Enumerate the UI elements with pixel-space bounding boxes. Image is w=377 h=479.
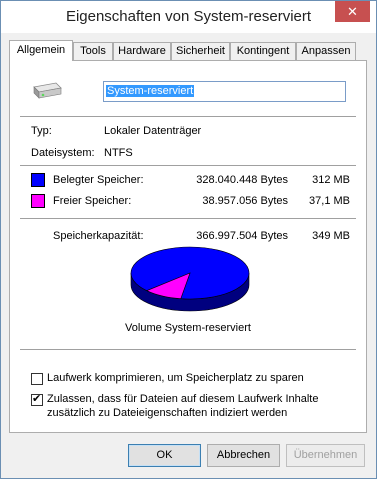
free-space-label: Freier Speicher: (53, 195, 132, 207)
free-space-swatch (31, 194, 45, 208)
cancel-button[interactable]: Abbrechen (207, 444, 280, 467)
divider (20, 349, 356, 350)
capacity-label: Speicherkapazität: (53, 230, 144, 242)
tab-kontingent[interactable]: Kontingent (230, 42, 296, 60)
tab-allgemein[interactable]: Allgemein (9, 40, 73, 61)
compress-checkbox[interactable] (31, 373, 43, 385)
tab-sicherheit[interactable]: Sicherheit (171, 42, 230, 60)
general-tab-panel: System-reserviert Typ: Lokaler Datenträg… (9, 60, 367, 433)
volume-name-text: System-reserviert (106, 85, 195, 97)
index-checkbox[interactable]: ✔ (31, 393, 43, 406)
title-bar[interactable]: Eigenschaften von System-reserviert ✕ (1, 1, 376, 33)
free-space-short: 37,1 MB (309, 195, 350, 207)
divider (20, 218, 356, 219)
index-label-line1[interactable]: Zulassen, dass für Dateien auf diesem La… (47, 393, 318, 405)
compress-label[interactable]: Laufwerk komprimieren, um Speicherplatz … (47, 372, 304, 384)
free-space-bytes: 38.957.056 Bytes (202, 195, 288, 207)
index-label-line2[interactable]: zusätzlich zu Dateieigenschaften indizie… (47, 407, 287, 419)
properties-window: Eigenschaften von System-reserviert ✕ Al… (0, 0, 377, 479)
drive-icon (33, 82, 62, 99)
filesystem-label: Dateisystem: (31, 147, 95, 159)
pie-caption: Volume System-reserviert (125, 322, 251, 334)
type-label: Typ: (31, 125, 52, 137)
used-space-short: 312 MB (312, 174, 350, 186)
volume-name-input[interactable]: System-reserviert (103, 81, 346, 102)
filesystem-value: NTFS (104, 147, 133, 159)
type-value: Lokaler Datenträger (104, 125, 202, 137)
close-button[interactable]: ✕ (335, 1, 370, 22)
capacity-short: 349 MB (312, 230, 350, 242)
checkmark-icon: ✔ (32, 393, 42, 405)
tab-tools[interactable]: Tools (73, 42, 113, 60)
capacity-bytes: 366.997.504 Bytes (196, 230, 288, 242)
used-space-label: Belegter Speicher: (53, 174, 144, 186)
usage-pie-chart (130, 246, 250, 312)
tab-hardware[interactable]: Hardware (113, 42, 171, 60)
divider (20, 116, 356, 117)
used-space-swatch (31, 173, 45, 187)
ok-button[interactable]: OK (128, 444, 201, 467)
close-icon: ✕ (347, 4, 358, 19)
tab-anpassen[interactable]: Anpassen (296, 42, 356, 60)
apply-button[interactable]: Übernehmen (286, 444, 365, 467)
window-title: Eigenschaften von System-reserviert (65, 8, 312, 25)
used-space-bytes: 328.040.448 Bytes (196, 174, 288, 186)
divider (20, 165, 356, 166)
